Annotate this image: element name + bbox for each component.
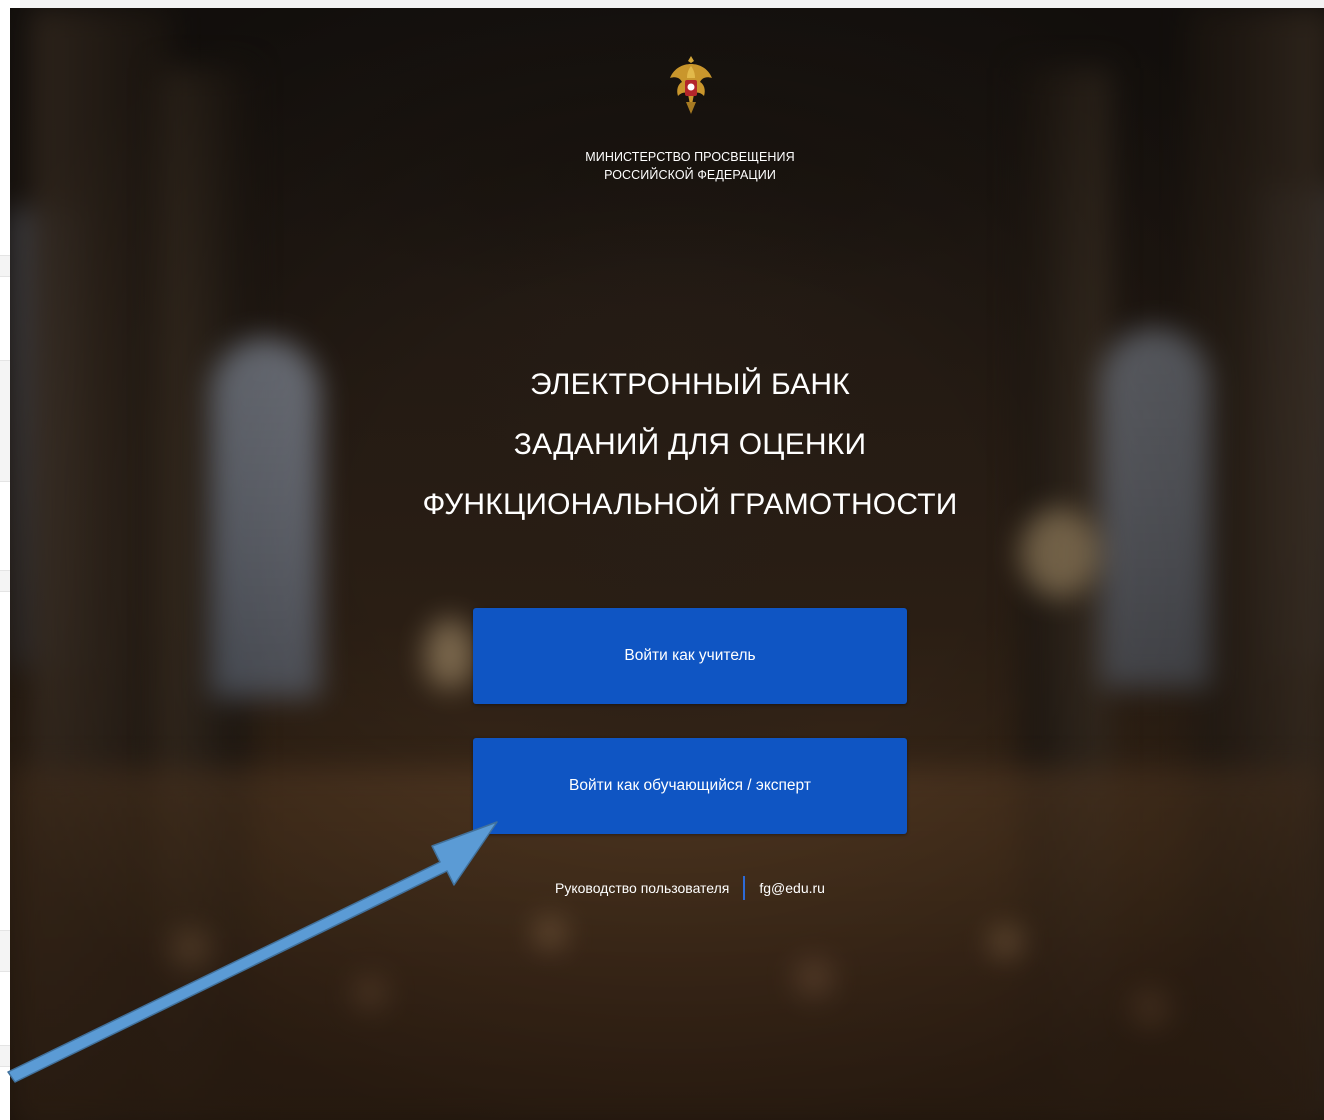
- user-guide-link[interactable]: Руководство пользователя: [555, 880, 729, 896]
- ministry-line-2: РОССИЙСКОЙ ФЕДЕРАЦИИ: [604, 168, 776, 182]
- title-line-1: ЭЛЕКТРОННЫЙ БАНК: [530, 368, 850, 401]
- email-link[interactable]: fg@edu.ru: [759, 880, 825, 896]
- footer-links: Руководство пользователя fg@edu.ru: [490, 876, 890, 900]
- footer-separator: [743, 876, 746, 900]
- login-screen: МИНИСТЕРСТВО ПРОСВЕЩЕНИЯ РОССИЙСКОЙ ФЕДЕ…: [10, 8, 1324, 1120]
- login-teacher-label: Войти как учитель: [624, 647, 756, 664]
- login-teacher-button[interactable]: Войти как учитель: [473, 608, 907, 704]
- ministry-line-1: МИНИСТЕРСТВО ПРОСВЕЩЕНИЯ: [585, 150, 795, 164]
- title-line-2: ЗАДАНИЙ ДЛЯ ОЦЕНКИ: [513, 428, 867, 461]
- login-student-button[interactable]: Войти как обучающийся / эксперт: [473, 738, 907, 834]
- ministry-name: МИНИСТЕРСТВО ПРОСВЕЩЕНИЯ РОССИЙСКОЙ ФЕДЕ…: [490, 148, 890, 184]
- coat-of-arms-icon: [670, 56, 712, 114]
- login-panel: МИНИСТЕРСТВО ПРОСВЕЩЕНИЯ РОССИЙСКОЙ ФЕДЕ…: [10, 8, 1324, 1120]
- login-student-label: Войти как обучающийся / эксперт: [569, 777, 811, 794]
- title-line-3: ФУНКЦИОНАЛЬНОЙ ГРАМОТНОСТИ: [422, 488, 958, 521]
- page-title: ЭЛЕКТРОННЫЙ БАНК ЗАДАНИЙ ДЛЯ ОЦЕНКИ ФУНК…: [390, 355, 990, 535]
- page: МИНИСТЕРСТВО ПРОСВЕЩЕНИЯ РОССИЙСКОЙ ФЕДЕ…: [0, 0, 1324, 1120]
